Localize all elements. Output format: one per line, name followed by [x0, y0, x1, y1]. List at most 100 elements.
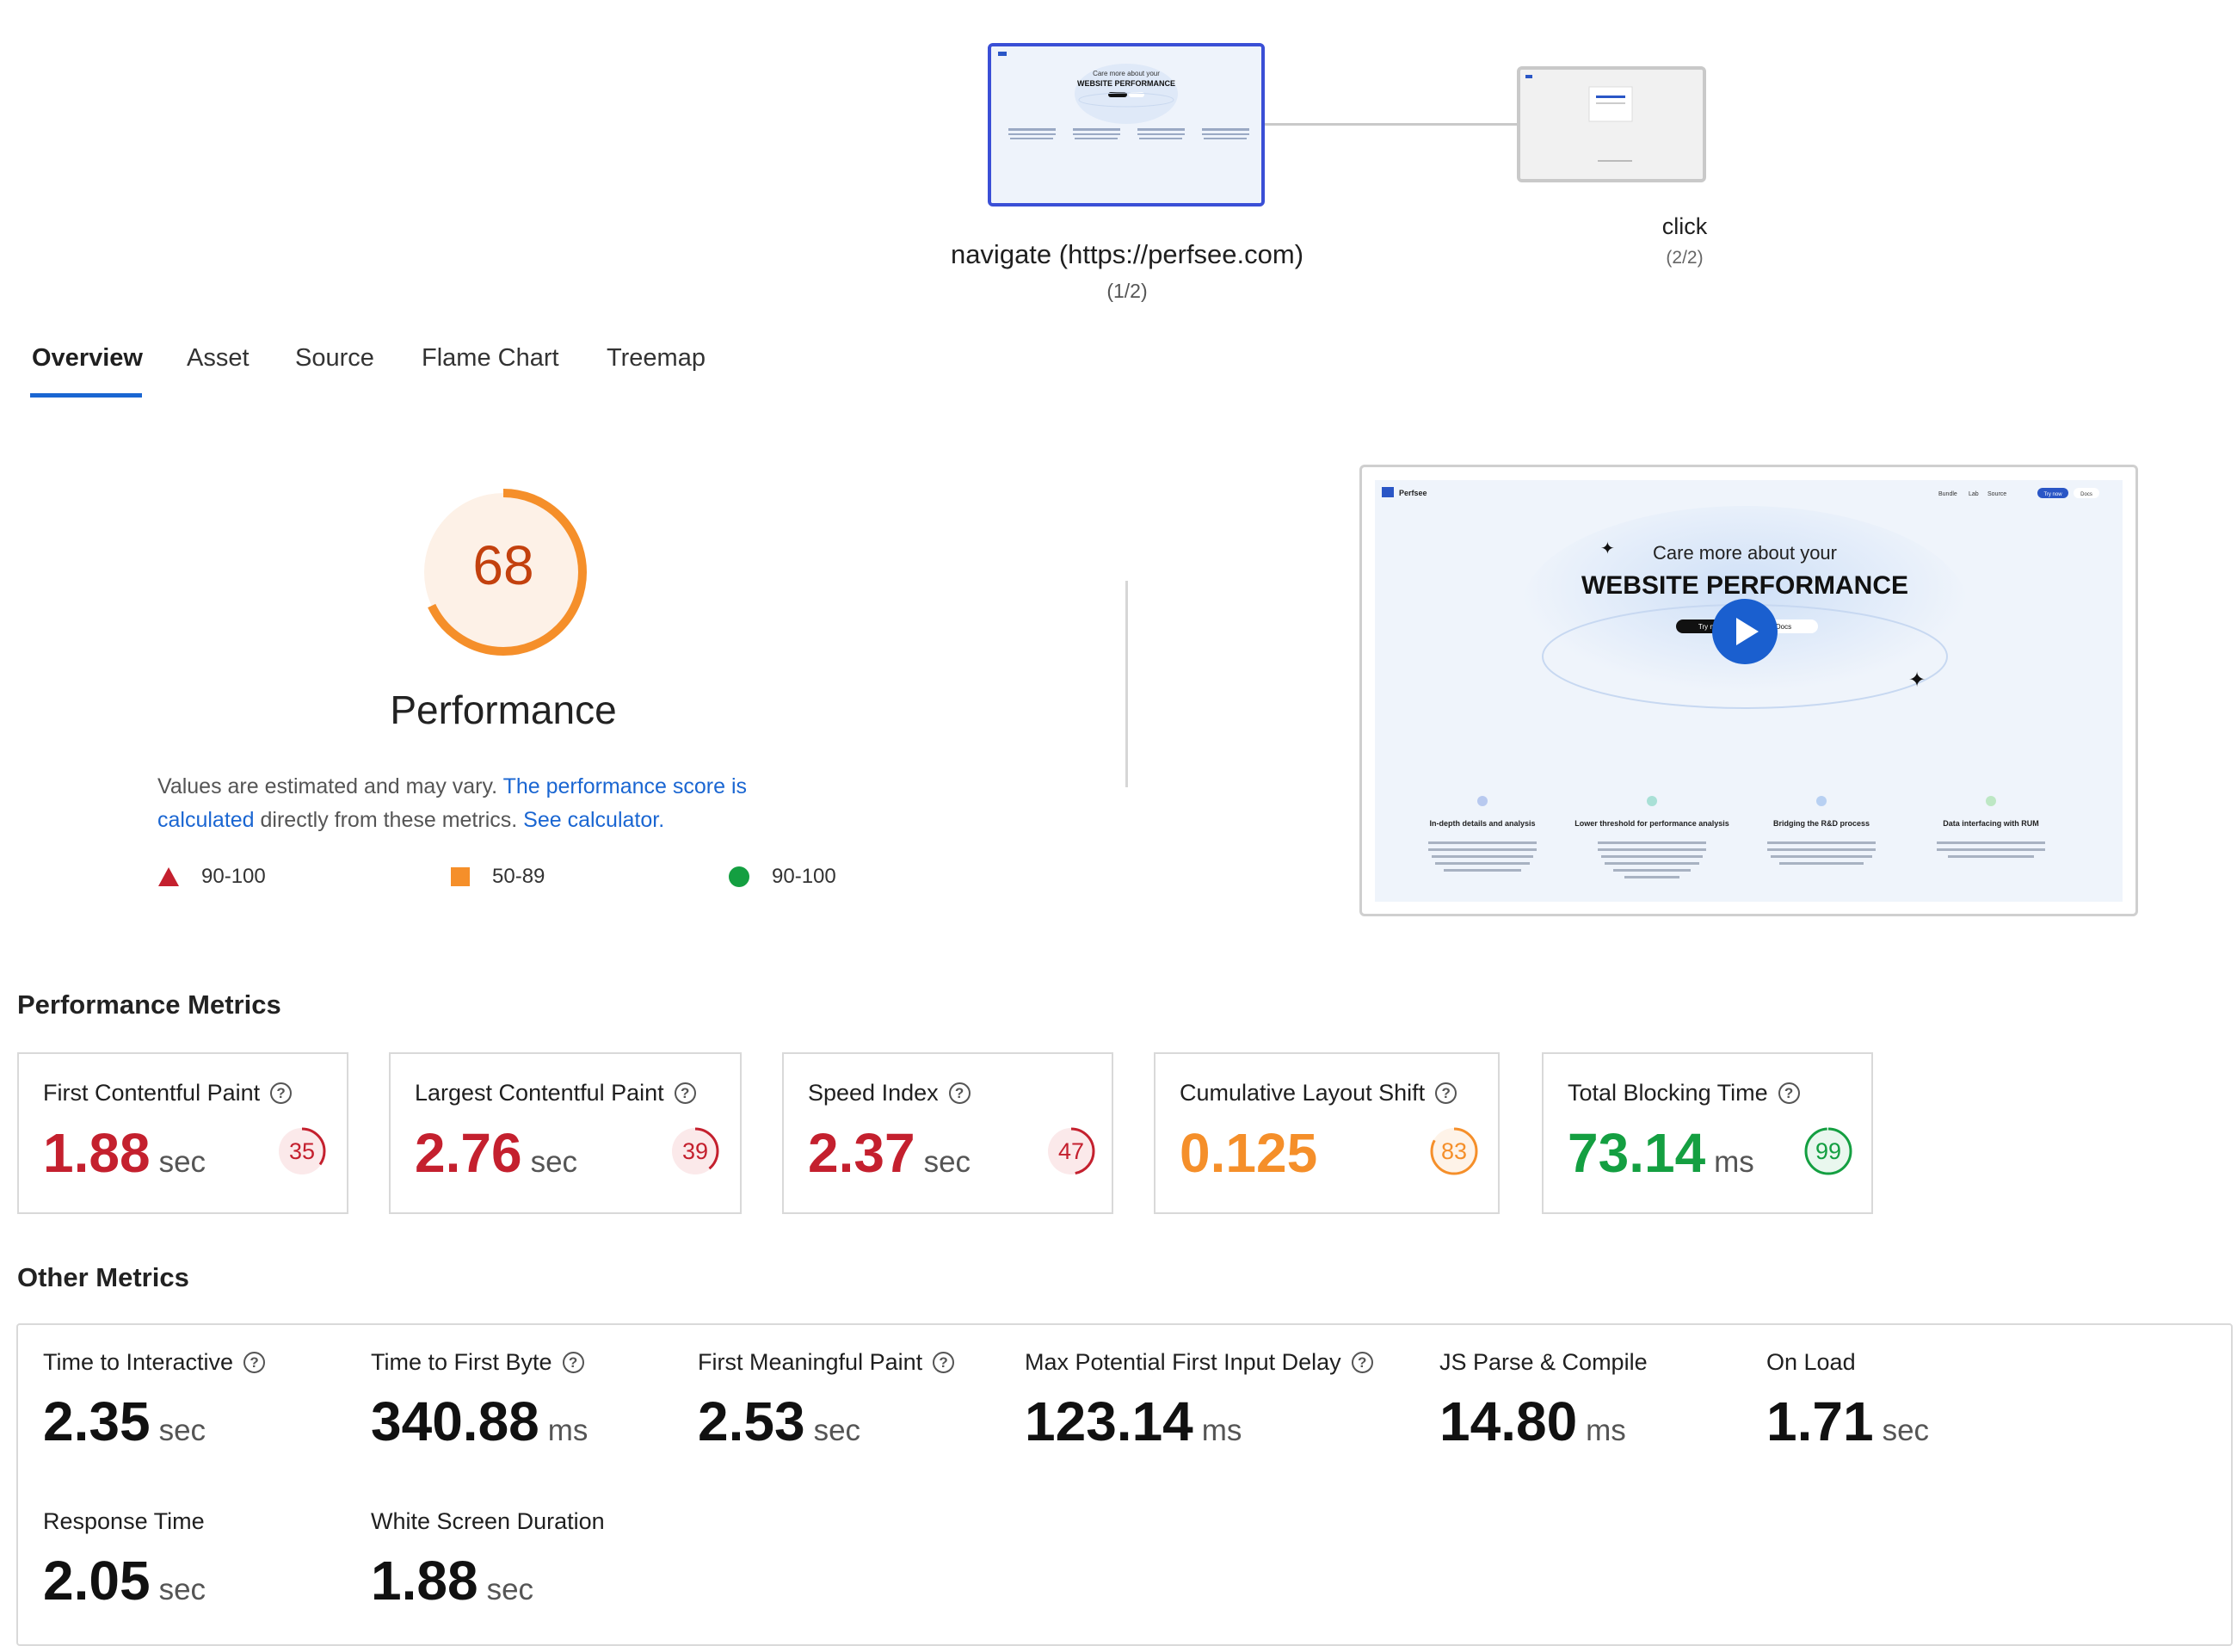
- tab-active-indicator: [30, 393, 142, 398]
- score-badge-value: 83: [1440, 1138, 1468, 1164]
- metric-card-fcp: First Contentful Paint? 1.88 sec 35: [17, 1052, 348, 1214]
- metric-label: Time to Interactive?: [43, 1349, 266, 1376]
- other-metric-response-time: Response Time 2.05 sec: [43, 1508, 206, 1612]
- metric-unit: sec: [158, 1145, 206, 1179]
- step-thumbnail-navigate[interactable]: Care more about your WEBSITE PERFORMANCE: [988, 43, 1265, 206]
- help-icon[interactable]: ?: [933, 1352, 955, 1373]
- other-metric-tti: Time to Interactive? 2.35 sec: [43, 1349, 266, 1453]
- tab-source[interactable]: Source: [295, 344, 374, 373]
- metric-label-text: First Meaningful Paint: [698, 1349, 923, 1375]
- square-icon: [451, 867, 470, 886]
- metric-number: 2.76: [415, 1122, 522, 1184]
- step-label-navigate[interactable]: navigate (https://perfsee.com): [860, 239, 1394, 270]
- metric-value: 14.80 ms: [1439, 1390, 1648, 1453]
- metric-unit: ms: [1201, 1414, 1242, 1447]
- help-icon[interactable]: ?: [243, 1352, 266, 1373]
- score-badge-value: 39: [681, 1138, 709, 1164]
- metric-number: 1.71: [1766, 1390, 1874, 1452]
- metric-number: 2.37: [808, 1122, 915, 1184]
- performance-score-title: Performance: [390, 687, 617, 732]
- metric-unit: sec: [530, 1145, 578, 1179]
- score-description: Values are estimated and may vary. The p…: [157, 770, 846, 837]
- triangle-icon: [158, 867, 179, 886]
- legend-range: 50-89: [492, 865, 545, 888]
- other-metric-white-screen: White Screen Duration 1.88 sec: [371, 1508, 605, 1612]
- metric-card-speed-index: Speed Index? 2.37 sec 47: [782, 1052, 1113, 1214]
- shot-nav-item: Bundle: [1938, 491, 1957, 497]
- metric-label-text: Response Time: [43, 1508, 205, 1534]
- metric-label: On Load: [1766, 1349, 1929, 1376]
- metric-unit: ms: [1586, 1414, 1626, 1447]
- metric-number: 1.88: [371, 1550, 478, 1612]
- metric-number: 14.80: [1439, 1390, 1578, 1452]
- metric-label-text: Total Blocking Time: [1568, 1080, 1768, 1106]
- help-icon[interactable]: ?: [1778, 1082, 1800, 1104]
- score-badge-value: 35: [288, 1138, 316, 1164]
- metric-unit: sec: [158, 1414, 206, 1447]
- tab-asset[interactable]: Asset: [187, 344, 250, 373]
- help-icon[interactable]: ?: [948, 1082, 971, 1104]
- page-screenshot[interactable]: Perfsee Bundle Lab Source Try now Docs ✦…: [1359, 465, 2138, 916]
- metric-value: 2.76 sec: [415, 1121, 577, 1185]
- performance-metrics-title: Performance Metrics: [17, 989, 281, 1020]
- metric-number: 73.14: [1568, 1122, 1706, 1184]
- see-calculator-link[interactable]: See calculator.: [523, 808, 664, 832]
- metric-number: 123.14: [1025, 1390, 1193, 1452]
- metric-value: 340.88 ms: [371, 1390, 588, 1453]
- tab-treemap[interactable]: Treemap: [607, 344, 706, 373]
- metric-label: First Contentful Paint?: [43, 1080, 293, 1106]
- metric-unit: ms: [1714, 1145, 1754, 1179]
- shot-hero-line1: Care more about your: [1653, 542, 1837, 564]
- metric-label: First Meaningful Paint?: [698, 1349, 955, 1376]
- metric-label-text: On Load: [1766, 1349, 1856, 1375]
- metric-unit: sec: [158, 1573, 206, 1606]
- tab-overview[interactable]: Overview: [32, 344, 143, 373]
- score-badge-value: 99: [1815, 1138, 1842, 1164]
- other-metric-ttfb: Time to First Byte? 340.88 ms: [371, 1349, 588, 1453]
- shot-nav-docs: Docs: [2080, 492, 2092, 497]
- tab-flame-chart[interactable]: Flame Chart: [422, 344, 559, 373]
- legend-item-pass: 90-100: [728, 865, 836, 889]
- legend-range: 90-100: [772, 865, 836, 888]
- metric-number: 0.125: [1180, 1122, 1318, 1184]
- page-screenshot-image: Perfsee Bundle Lab Source Try now Docs ✦…: [1375, 480, 2123, 902]
- metric-value: 2.35 sec: [43, 1390, 265, 1453]
- shot-hero-line2: WEBSITE PERFORMANCE: [1581, 571, 1908, 600]
- description-text: Values are estimated and may vary.: [157, 774, 503, 798]
- metric-label-text: Largest Contentful Paint: [415, 1080, 664, 1106]
- page-preview-image: [1520, 70, 1703, 179]
- step-connector: [1265, 123, 1517, 126]
- metric-card-tbt: Total Blocking Time? 73.14 ms 99: [1542, 1052, 1873, 1214]
- metric-value: 123.14 ms: [1025, 1390, 1373, 1453]
- metric-value: 0.125: [1180, 1121, 1326, 1185]
- metric-label: Time to First Byte?: [371, 1349, 588, 1376]
- help-icon[interactable]: ?: [674, 1082, 696, 1104]
- metric-label-text: JS Parse & Compile: [1439, 1349, 1648, 1375]
- metric-unit: sec: [813, 1414, 861, 1447]
- help-icon[interactable]: ?: [562, 1352, 584, 1373]
- metric-number: 340.88: [371, 1390, 539, 1452]
- metric-value: 2.37 sec: [808, 1121, 971, 1185]
- shot-star-icon: ✦: [1908, 669, 1926, 692]
- metric-number: 1.88: [43, 1122, 151, 1184]
- metric-unit: ms: [547, 1414, 589, 1447]
- other-metric-js-parse: JS Parse & Compile 14.80 ms: [1439, 1349, 1648, 1453]
- other-metric-on-load: On Load 1.71 sec: [1766, 1349, 1929, 1453]
- metric-label: Max Potential First Input Delay?: [1025, 1349, 1373, 1376]
- step-thumbnail-click[interactable]: [1517, 66, 1706, 182]
- hero-line1-text: Care more about your: [1093, 70, 1160, 77]
- help-icon[interactable]: ?: [1435, 1082, 1457, 1104]
- step-label-click[interactable]: click: [1599, 213, 1771, 240]
- metric-label: White Screen Duration: [371, 1508, 605, 1535]
- score-badge-value: 47: [1057, 1138, 1085, 1164]
- metric-value: 1.88 sec: [371, 1549, 605, 1612]
- metric-label: Speed Index?: [808, 1080, 971, 1106]
- metric-label-text: Time to First Byte: [371, 1349, 552, 1375]
- metric-value: 2.05 sec: [43, 1549, 206, 1612]
- shot-feature-title: In-depth details and analysis: [1429, 819, 1535, 828]
- performance-score-value: 68: [472, 534, 534, 596]
- legend-item-average: 50-89: [450, 865, 545, 889]
- help-icon[interactable]: ?: [270, 1082, 293, 1104]
- page-preview-image: Care more about your WEBSITE PERFORMANCE: [991, 46, 1261, 203]
- help-icon[interactable]: ?: [1351, 1352, 1373, 1373]
